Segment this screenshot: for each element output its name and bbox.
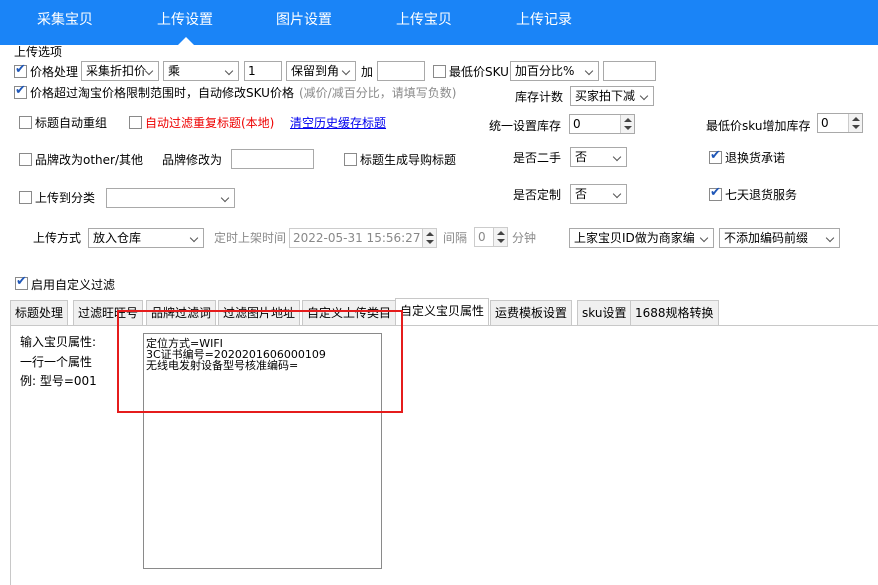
upload-mode-label: 上传方式 xyxy=(33,231,82,245)
price-operator-select[interactable]: 乘 xyxy=(163,61,239,81)
auto-filter-dup-label: 自动过滤重复标题(本地) xyxy=(145,116,275,130)
nav-image-settings[interactable]: 图片设置 xyxy=(276,11,332,29)
price-process-checkbox[interactable] xyxy=(14,62,27,78)
stock-count-select[interactable]: 买家拍下减 xyxy=(570,86,654,106)
min-sku-add-stock-spinner[interactable] xyxy=(848,114,862,132)
tab-sku-settings[interactable]: sku设置 xyxy=(577,300,632,325)
nav-upload-records[interactable]: 上传记录 xyxy=(516,11,572,29)
scheduled-time-input: 2022-05-31 15:56:27 xyxy=(289,228,437,248)
scheduled-time-spinner xyxy=(422,229,436,247)
unified-stock-value: 0 xyxy=(573,117,581,131)
tab-1688-spec-convert[interactable]: 1688规格转换 xyxy=(630,300,719,325)
attr-help-line-1: 输入宝贝属性: xyxy=(20,335,97,349)
stock-count-label: 库存计数 xyxy=(515,90,564,104)
title-gen-shopping-checkbox[interactable] xyxy=(344,153,357,166)
scheduled-time-label: 定时上架时间 xyxy=(214,231,287,245)
attr-help-line-2: 一行一个属性 xyxy=(20,355,93,369)
custom-made-label: 是否定制 xyxy=(513,188,562,202)
title-regroup-label: 标题自动重组 xyxy=(35,116,108,130)
interval-unit-label: 分钟 xyxy=(512,231,537,245)
min-sku-add-stock-label: 最低价sku增加库存 xyxy=(706,119,811,133)
title-gen-shopping-label: 标题生成导购标题 xyxy=(360,153,457,167)
highlight-annotation-box xyxy=(117,310,403,413)
merchant-code-mode-select[interactable]: 上家宝贝ID做为商家编 xyxy=(569,228,714,248)
auto-fix-price-label: 价格超过淘宝价格限制范围时，自动修改SKU价格 xyxy=(30,86,294,100)
interval-spinner xyxy=(493,228,507,246)
unified-stock-input[interactable]: 0 xyxy=(569,114,635,134)
code-prefix-select[interactable]: 不添加编码前缀 xyxy=(719,228,840,248)
attr-help-line-3: 例: 型号=001 xyxy=(20,374,97,388)
scheduled-time-value: 2022-05-31 15:56:27 xyxy=(293,231,421,245)
auto-fix-price-hint: (减价/减百分比，请填写负数) xyxy=(299,86,457,100)
title-regroup-checkbox[interactable] xyxy=(19,116,32,129)
min-price-sku-mode-select[interactable]: 加百分比% xyxy=(510,61,599,81)
interval-input: 0 xyxy=(474,227,508,247)
second-hand-label: 是否二手 xyxy=(513,151,562,165)
custom-made-select[interactable]: 否 xyxy=(570,184,627,204)
custom-filter-checkbox[interactable] xyxy=(15,274,28,290)
min-sku-add-stock-value: 0 xyxy=(821,116,829,130)
return-commit-checkbox[interactable] xyxy=(709,148,722,164)
upload-category-select[interactable] xyxy=(106,188,235,208)
price-add-input[interactable] xyxy=(377,61,425,81)
seven-day-return-label: 七天退货服务 xyxy=(725,188,798,202)
brand-change-label: 品牌修改为 xyxy=(162,153,223,167)
min-price-sku-checkbox[interactable] xyxy=(433,65,446,78)
brand-other-checkbox[interactable] xyxy=(19,153,32,166)
top-nav-bar: 采集宝贝 上传设置 图片设置 上传宝贝 上传记录 xyxy=(0,0,878,45)
clear-cache-title-link[interactable]: 清空历史缓存标题 xyxy=(290,116,386,130)
price-rounding-select[interactable]: 保留到角 xyxy=(286,61,356,81)
seven-day-return-checkbox[interactable] xyxy=(709,185,722,201)
price-source-select[interactable]: 采集折扣价 xyxy=(81,61,159,81)
price-process-label: 价格处理 xyxy=(30,65,79,79)
unified-stock-label: 统一设置库存 xyxy=(489,119,562,133)
upload-options-group-title: 上传选项 xyxy=(14,45,63,59)
interval-label: 间隔 xyxy=(443,231,468,245)
nav-upload-items[interactable]: 上传宝贝 xyxy=(396,11,452,29)
tab-custom-item-attributes[interactable]: 自定义宝贝属性 xyxy=(395,298,490,325)
nav-collect-items[interactable]: 采集宝贝 xyxy=(37,11,93,29)
tab-shipping-template[interactable]: 运费模板设置 xyxy=(490,300,573,325)
min-sku-add-stock-input[interactable]: 0 xyxy=(817,113,863,133)
unified-stock-spinner[interactable] xyxy=(620,115,634,133)
custom-filter-label: 启用自定义过滤 xyxy=(31,278,116,292)
tab-title-process[interactable]: 标题处理 xyxy=(10,300,69,325)
nav-upload-settings[interactable]: 上传设置 xyxy=(157,11,213,29)
upload-category-label: 上传到分类 xyxy=(35,191,96,205)
auto-filter-dup-checkbox[interactable] xyxy=(129,116,142,129)
min-price-sku-label: 最低价SKU xyxy=(449,65,509,79)
upload-category-checkbox[interactable] xyxy=(19,191,32,204)
price-factor-input[interactable]: 1 xyxy=(244,61,282,81)
interval-value: 0 xyxy=(478,230,486,244)
brand-change-input[interactable] xyxy=(231,149,314,169)
auto-fix-price-checkbox[interactable] xyxy=(14,83,27,99)
active-nav-indicator xyxy=(178,37,194,45)
min-price-sku-value-input[interactable] xyxy=(603,61,656,81)
upload-mode-select[interactable]: 放入仓库 xyxy=(88,228,204,248)
price-add-label: 加 xyxy=(361,65,374,79)
return-commit-label: 退换货承诺 xyxy=(725,151,786,165)
second-hand-select[interactable]: 否 xyxy=(570,147,627,167)
brand-other-label: 品牌改为other/其他 xyxy=(35,153,144,167)
